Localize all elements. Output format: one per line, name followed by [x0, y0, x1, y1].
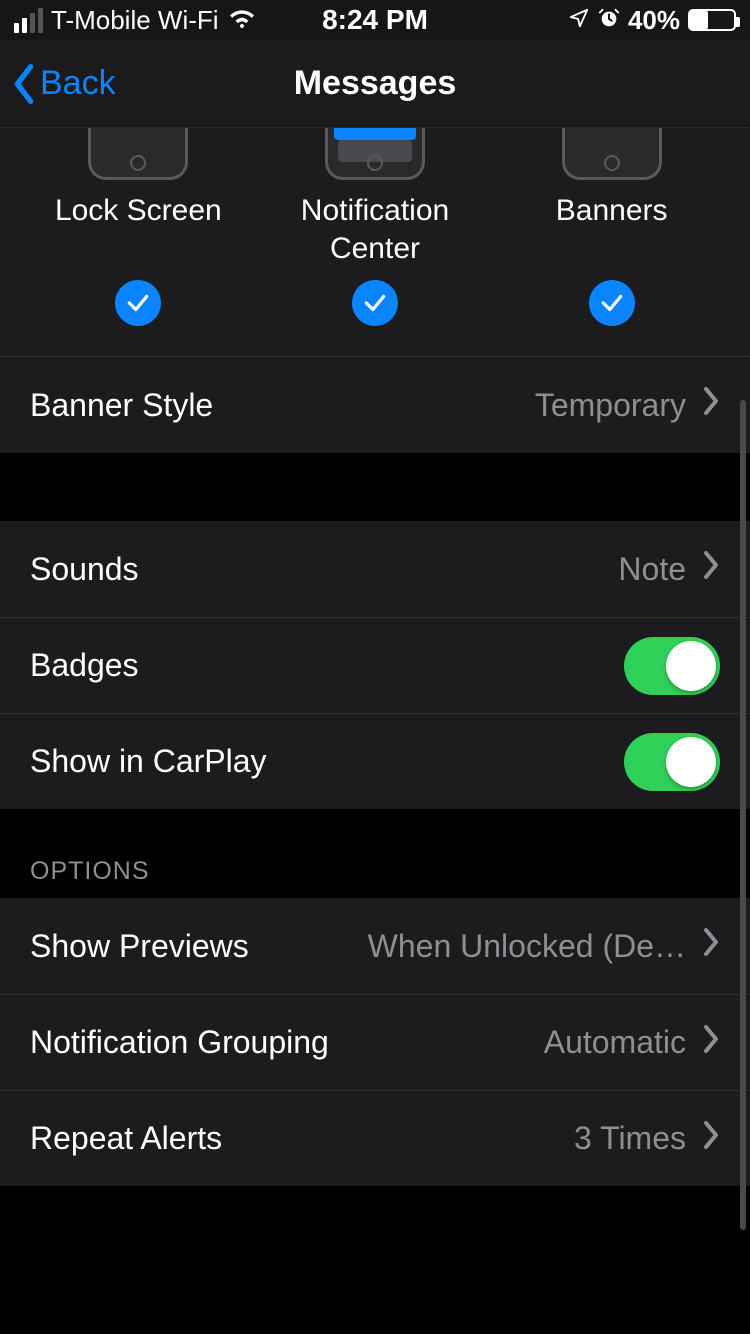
alerts-section: Lock Screen Notification Center Banners	[0, 128, 750, 357]
phone-preview-icon	[325, 128, 425, 180]
row-show-previews[interactable]: Show Previews When Unlocked (De…	[0, 898, 750, 994]
row-carplay: Show in CarPlay	[0, 713, 750, 809]
chevron-right-icon	[702, 1120, 720, 1158]
wifi-icon	[227, 5, 257, 36]
section-header-options: OPTIONS	[0, 809, 750, 898]
row-value: 3 Times	[574, 1120, 686, 1157]
row-label: Badges	[30, 647, 139, 684]
chevron-right-icon	[702, 1024, 720, 1062]
row-label: Show Previews	[30, 928, 249, 965]
alert-option-lockscreen[interactable]: Lock Screen	[38, 128, 238, 326]
alarm-icon	[598, 5, 620, 36]
battery-icon	[688, 9, 736, 31]
nav-bar: Back Messages	[0, 40, 750, 128]
row-label: Sounds	[30, 551, 139, 588]
location-icon	[568, 5, 590, 36]
row-badges: Badges	[0, 617, 750, 713]
row-banner-style[interactable]: Banner Style Temporary	[0, 357, 750, 453]
checkmark-icon	[589, 280, 635, 326]
chevron-right-icon	[702, 550, 720, 588]
carrier-label: T-Mobile Wi-Fi	[51, 5, 219, 36]
checkmark-icon	[115, 280, 161, 326]
row-value: Automatic	[544, 1024, 686, 1061]
scrollbar[interactable]	[740, 400, 746, 1230]
chevron-left-icon	[10, 64, 38, 104]
alert-option-label: Banners	[556, 192, 668, 270]
phone-preview-icon	[88, 128, 188, 180]
row-value: Note	[618, 551, 686, 588]
checkmark-icon	[352, 280, 398, 326]
row-label: Banner Style	[30, 387, 213, 424]
row-value: Temporary	[535, 387, 686, 424]
battery-percent: 40%	[628, 5, 680, 36]
row-label: Notification Grouping	[30, 1024, 329, 1061]
alert-option-notification-center[interactable]: Notification Center	[275, 128, 475, 326]
row-label: Repeat Alerts	[30, 1120, 222, 1157]
toggle-carplay[interactable]	[624, 733, 720, 791]
row-value: When Unlocked (De…	[368, 928, 686, 965]
row-sounds[interactable]: Sounds Note	[0, 521, 750, 617]
row-label: Show in CarPlay	[30, 743, 267, 780]
status-bar: T-Mobile Wi-Fi 8:24 PM 40%	[0, 0, 750, 40]
row-repeat-alerts[interactable]: Repeat Alerts 3 Times	[0, 1090, 750, 1186]
signal-icon	[14, 8, 43, 33]
back-button[interactable]: Back	[0, 64, 116, 104]
row-notification-grouping[interactable]: Notification Grouping Automatic	[0, 994, 750, 1090]
back-label: Back	[40, 64, 116, 103]
alert-option-banners[interactable]: Banners	[512, 128, 712, 326]
alert-option-label: Lock Screen	[55, 192, 222, 270]
alert-option-label: Notification Center	[275, 192, 475, 270]
phone-preview-icon	[562, 128, 662, 180]
toggle-badges[interactable]	[624, 637, 720, 695]
chevron-right-icon	[702, 386, 720, 424]
chevron-right-icon	[702, 927, 720, 965]
